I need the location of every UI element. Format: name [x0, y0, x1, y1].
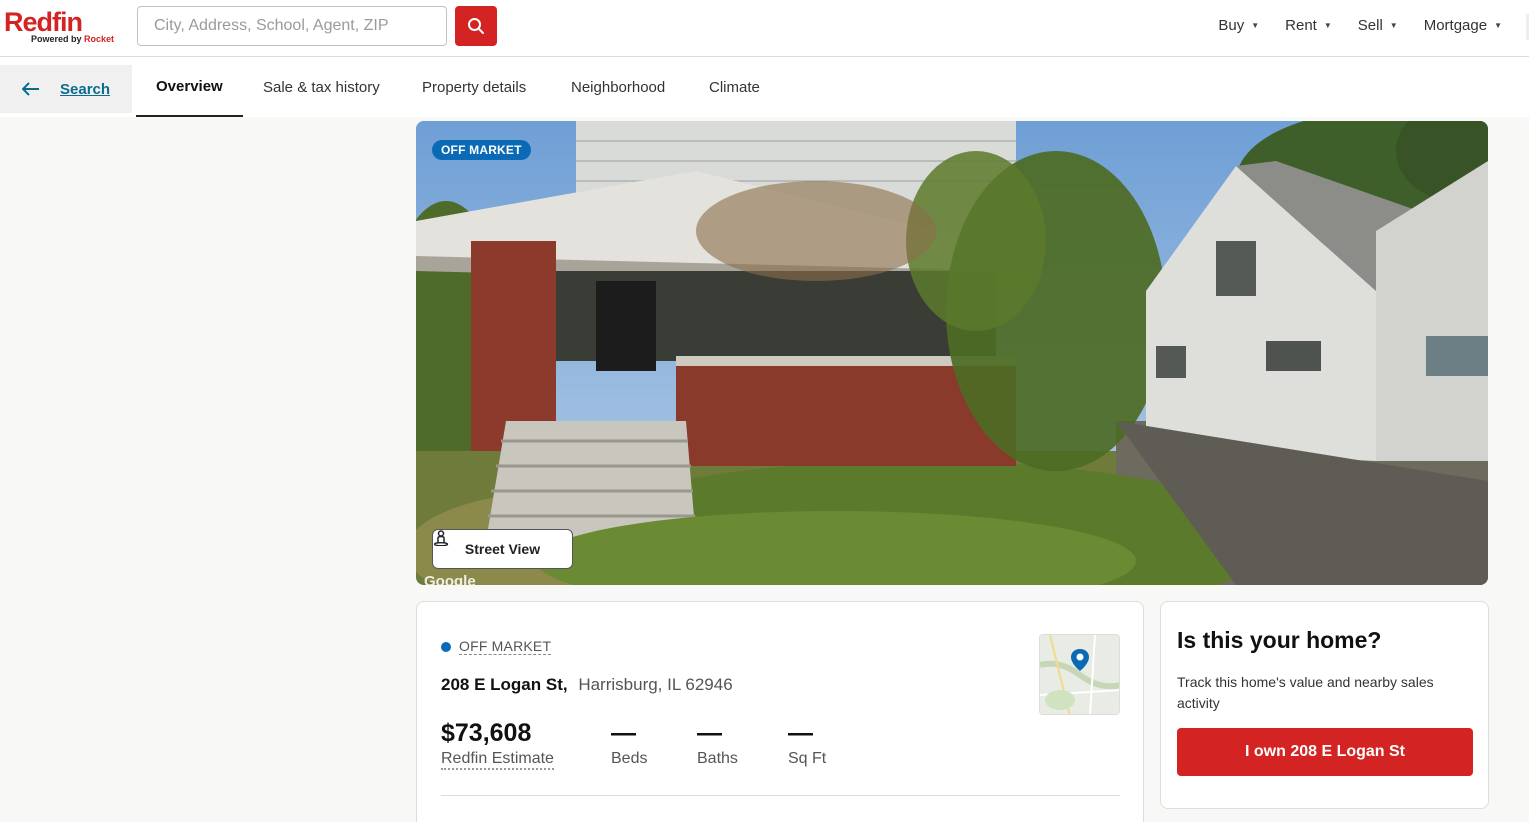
google-watermark: Google — [424, 573, 476, 585]
sqft-label: Sq Ft — [788, 750, 827, 767]
arrow-left-icon — [22, 82, 39, 96]
redfin-estimate: $73,608 Redfin Estimate — [441, 718, 554, 770]
tab-property-details[interactable]: Property details — [422, 57, 526, 117]
nav-buy-label: Buy — [1218, 17, 1245, 34]
own-this-home-card: Is this your home? Track this home's val… — [1160, 601, 1489, 809]
tab-overview[interactable]: Overview — [136, 57, 243, 117]
baths-stat: — Baths — [697, 718, 738, 768]
baths-value: — — [697, 719, 722, 747]
tab-climate[interactable]: Climate — [709, 57, 760, 117]
status-dot-icon — [441, 641, 451, 652]
nav-rent-label: Rent — [1285, 17, 1317, 34]
logo-wordmark: Redfin — [4, 7, 83, 37]
status-text[interactable]: OFF MARKET — [459, 638, 552, 655]
street-view-button[interactable]: Street View — [432, 529, 573, 569]
nav-sell-label: Sell — [1357, 17, 1383, 34]
top-header: Redfin Powered by Rocket Buy ▼ Rent ▼ Se… — [0, 0, 1529, 57]
listing-status: OFF MARKET — [441, 638, 552, 655]
baths-label: Baths — [697, 750, 738, 767]
listing-summary-card: OFF MARKET 208 E Logan St, Harrisburg, I… — [416, 601, 1144, 822]
search-button[interactable] — [455, 6, 497, 46]
beds-label: Beds — [611, 750, 648, 767]
house-street-view-image — [416, 121, 1488, 585]
street-view-label: Street View — [464, 541, 541, 557]
beds-value: — — [611, 719, 636, 747]
estimate-value: $73,608 — [441, 719, 532, 747]
caret-down-icon: ▼ — [1251, 21, 1260, 30]
main-nav: Buy ▼ Rent ▼ Sell ▼ Mortgage ▼ — [1192, 17, 1502, 34]
location-minimap[interactable] — [1039, 634, 1120, 715]
logo-tagline: Powered by Rocket — [31, 34, 114, 44]
beds-stat: — Beds — [611, 718, 647, 768]
search-input[interactable] — [137, 6, 447, 46]
nav-rent[interactable]: Rent ▼ — [1285, 17, 1332, 34]
nav-sell[interactable]: Sell ▼ — [1358, 17, 1398, 34]
off-market-badge: OFF MARKET — [432, 140, 531, 160]
card-divider — [441, 795, 1120, 796]
estimate-label[interactable]: Redfin Estimate — [441, 750, 554, 770]
back-to-search-label: Search — [60, 80, 111, 98]
sqft-stat: — Sq Ft — [788, 718, 826, 768]
street-view-person-icon — [433, 530, 449, 546]
tab-sale-tax-history[interactable]: Sale & tax history — [263, 57, 380, 117]
caret-down-icon: ▼ — [1323, 21, 1332, 30]
property-address: 208 E Logan St, Harrisburg, IL 62946 — [441, 675, 733, 695]
owner-card-description: Track this home's value and nearby sales… — [1177, 674, 1434, 711]
sqft-value: — — [788, 719, 813, 747]
property-photo[interactable]: OFF MARKET Street View Google — [416, 121, 1488, 585]
caret-down-icon: ▼ — [1389, 21, 1398, 30]
city-state-zip: Harrisburg, IL 62946 — [578, 675, 733, 694]
nav-buy[interactable]: Buy ▼ — [1218, 17, 1259, 34]
redfin-logo[interactable]: Redfin Powered by Rocket — [4, 7, 126, 47]
tab-neighborhood[interactable]: Neighborhood — [571, 57, 665, 117]
caret-down-icon: ▼ — [1494, 21, 1502, 30]
property-subnav: Search Overview Sale & tax history Prope… — [0, 57, 1529, 117]
rocket-brand-text: Rocket — [84, 34, 115, 44]
street-address: 208 E Logan St, — [441, 675, 568, 694]
i-own-home-button[interactable]: I own 208 E Logan St — [1177, 728, 1473, 776]
owner-card-title: Is this your home? — [1177, 627, 1382, 653]
nav-mortgage-label: Mortgage — [1423, 17, 1488, 34]
map-thumbnail — [1040, 635, 1119, 714]
powered-by-text: Powered by — [31, 34, 82, 44]
nav-mortgage[interactable]: Mortgage ▼ — [1424, 17, 1502, 34]
search-icon — [468, 18, 484, 34]
back-to-search-button[interactable]: Search — [0, 65, 132, 113]
